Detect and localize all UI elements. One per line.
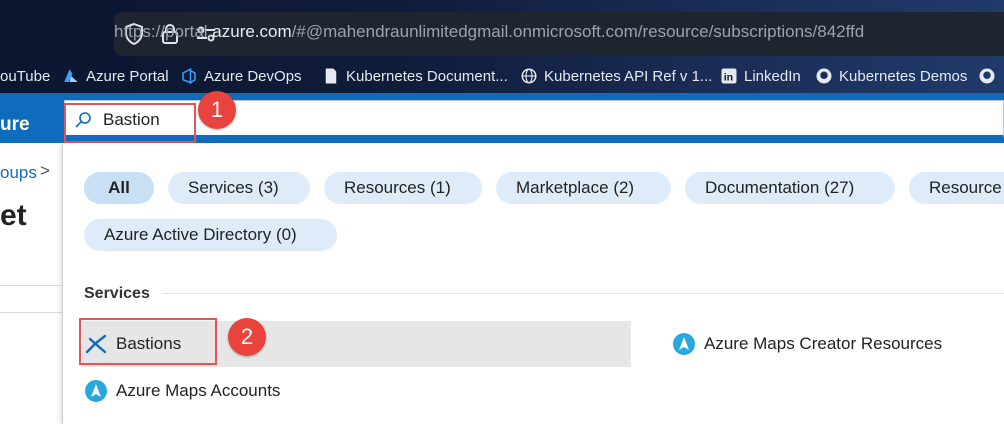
services-section-label: Services [84,285,150,302]
github-icon [816,68,832,84]
filter-all[interactable]: All [84,172,154,204]
linkedin-icon: in [721,68,737,84]
url-path: /#@mahendraunlimitedgmail.onmicrosoft.co… [291,22,865,41]
bookmark-label: Kubernetes API Ref v 1... [544,67,713,85]
filter-resource-groups[interactable]: Resource [909,172,1004,204]
annotation-highlight-bastions [79,318,217,365]
divider [0,285,62,286]
portal-brand[interactable]: ure [0,114,30,136]
bookmark-label: Kubernetes Demos [839,67,968,85]
bookmark-kubernetes-api[interactable]: Kubernetes API Ref v 1... [520,66,712,86]
bookmark-github-partial[interactable] [978,66,1002,86]
filter-documentation[interactable]: Documentation (27) [685,172,895,204]
bookmark-kubernetes-docs[interactable]: Kubernetes Document... [322,66,508,86]
breadcrumb[interactable]: oups [0,163,37,183]
page-title: et [0,199,27,232]
section-divider [162,293,1004,294]
result-label: Azure Maps Accounts [116,381,281,400]
bookmark-label: Kubernetes Document... [346,67,508,85]
bookmark-azure-portal[interactable]: Azure Portal [62,66,169,86]
annotation-badge-2: 2 [228,318,266,356]
azure-maps-icon [85,380,107,402]
bookmark-label: LinkedIn [744,67,801,85]
url-prefix: https://portal. [114,22,213,41]
bookmark-kubernetes-demos[interactable]: Kubernetes Demos [815,66,967,86]
filter-resources[interactable]: Resources (1) [324,172,482,204]
result-azure-maps-creator[interactable]: Azure Maps Creator Resources [672,321,942,367]
result-label: Azure Maps Creator Resources [704,334,943,353]
bookmarks-bar: ouTube Azure Portal Azure DevOps Kuberne… [0,60,1004,92]
document-icon [325,68,337,84]
azure-icon [64,69,78,82]
filter-marketplace[interactable]: Marketplace (2) [496,172,671,204]
bookmark-label: ouTube [0,67,51,85]
url-domain: azure.com [212,22,292,41]
filter-azure-active-directory[interactable]: Azure Active Directory (0) [84,219,337,251]
filter-services[interactable]: Services (3) [168,172,310,204]
result-azure-maps-accounts[interactable]: Azure Maps Accounts [84,368,280,414]
azure-maps-icon [673,333,695,355]
bookmark-linkedin[interactable]: in LinkedIn [720,66,801,86]
azure-devops-icon [182,68,196,84]
url-text[interactable]: https://portal.azure.com/#@mahendraunlim… [114,22,864,42]
github-icon [979,68,995,84]
chevron-right-icon: > [40,161,50,180]
bookmark-label: Azure Portal [86,67,169,85]
bookmark-azure-devops[interactable]: Azure DevOps [180,66,302,86]
annotation-highlight-search [64,103,196,143]
page-background [0,143,63,424]
divider [0,312,62,313]
svg-text:in: in [724,72,733,84]
bookmark-youtube[interactable]: ouTube [0,66,50,86]
bookmark-label: Azure DevOps [204,67,302,85]
annotation-badge-1: 1 [198,91,236,129]
globe-icon [521,68,537,84]
